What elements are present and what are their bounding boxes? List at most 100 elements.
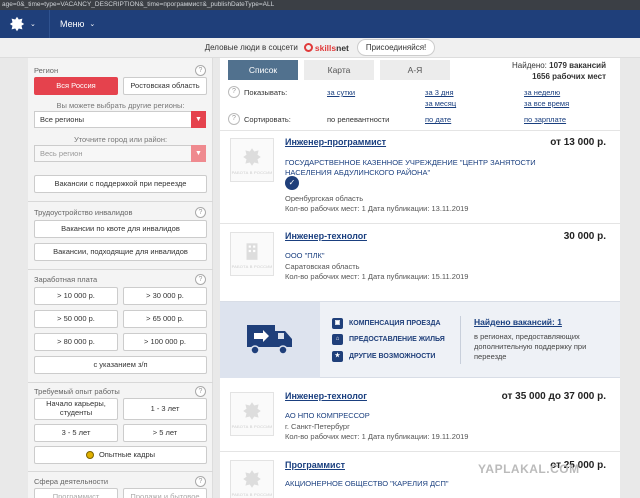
help-icon[interactable]: ? — [228, 86, 240, 98]
top-navigation: ⌄ Меню ⌄ — [0, 10, 640, 38]
tab-az[interactable]: А-Я — [380, 60, 450, 80]
emblem-icon — [9, 16, 25, 32]
experience-5-plus-button[interactable]: > 5 лет — [123, 424, 207, 442]
employer-logo: РАБОТА В РОССИИ — [230, 392, 274, 436]
show-label: Показывать: — [244, 88, 288, 97]
sphere-option[interactable]: Продажи и бытовое — [123, 488, 207, 498]
emblem-icon — [243, 469, 261, 488]
banner-item: ★ ДРУГИЕ ВОЗМОЖНОСТИ — [332, 351, 435, 362]
found-count: Найдено: 1079 вакансий 1656 рабочих мест — [512, 61, 606, 81]
help-icon[interactable]: ? — [195, 207, 206, 218]
chevron-down-icon: ⌄ — [89, 21, 96, 28]
disabled-suitable-button[interactable]: Вакансии, подходящие для инвалидов — [34, 243, 207, 261]
banner-found-link[interactable]: Найдено вакансий: 1 — [474, 317, 562, 327]
vacancy-region: Саратовская область — [285, 262, 360, 271]
sphere-option[interactable]: Программист — [34, 488, 118, 498]
divider — [220, 130, 620, 131]
emblem-icon — [243, 147, 261, 166]
disabled-employment-label: Трудоустройство инвалидов — [34, 208, 133, 217]
experience-3-5-button[interactable]: 3 - 5 лет — [34, 424, 118, 442]
emblem-icon — [243, 401, 261, 420]
skillsnet-logo[interactable]: skills net — [303, 43, 349, 53]
with-salary-button[interactable]: с указанием з/п — [34, 356, 207, 374]
vacancy-salary: 30 000 р. — [563, 231, 606, 242]
region-select[interactable]: Все регионы ▼ — [34, 111, 206, 128]
vacancy-region: Оренбургская область — [285, 194, 364, 203]
vacancy-title[interactable]: Инженер-программист — [285, 137, 386, 147]
medal-icon — [85, 451, 94, 459]
vacancy-employer[interactable]: ГОСУДАРСТВЕННОЕ КАЗЕННОЕ УЧРЕЖДЕНИЕ "ЦЕН… — [285, 158, 555, 178]
banner-description: в регионах, предоставляющих дополнительн… — [474, 332, 587, 361]
experience-1-3-button[interactable]: 1 - 3 лет — [123, 398, 207, 420]
help-icon[interactable]: ? — [195, 386, 206, 397]
salary-option[interactable]: > 65 000 р. — [123, 310, 207, 328]
emblem-menu[interactable]: ⌄ — [0, 10, 50, 38]
truck-icon — [220, 302, 320, 378]
menu-button[interactable]: Меню ⌄ — [60, 19, 95, 29]
divider — [460, 316, 461, 364]
join-button[interactable]: Присоединяйся! — [356, 39, 436, 56]
tab-map[interactable]: Карта — [304, 60, 374, 80]
salary-option[interactable]: > 30 000 р. — [123, 287, 207, 305]
region-label: Регион — [34, 66, 59, 75]
sphere-label: Сфера деятельности — [34, 477, 109, 486]
filter-all-time[interactable]: за все время — [524, 99, 569, 108]
employer-logo: РАБОТА В РОССИИ — [230, 138, 274, 182]
vacancy-title[interactable]: Программист — [285, 460, 345, 470]
vacancy-title[interactable]: Инженер-технолог — [285, 391, 367, 401]
vacancy-salary: от 35 000 до 37 000 р. — [501, 391, 606, 402]
divider — [28, 269, 213, 270]
divider — [220, 451, 620, 452]
divider — [28, 201, 213, 202]
salary-option[interactable]: > 10 000 р. — [34, 287, 118, 305]
truck-icon — [247, 325, 292, 355]
region-all-russia-button[interactable]: Вся Россия — [34, 77, 118, 95]
disabled-quota-button[interactable]: Вакансии по квоте для инвалидов — [34, 220, 207, 238]
salary-option[interactable]: > 80 000 р. — [34, 333, 118, 351]
star-icon: ★ — [332, 351, 343, 362]
bus-icon: ▣ — [332, 318, 343, 329]
relocation-banner[interactable]: ▣ КОМПЕНСАЦИЯ ПРОЕЗДА ⌂ ПРЕДОСТАВЛЕНИЕ ЖИЛ… — [220, 301, 620, 378]
experience-start-button[interactable]: Начало карьеры, студенты — [34, 398, 118, 420]
city-hint: Уточните город или район: — [73, 135, 168, 144]
chevron-down-icon: ▼ — [191, 145, 206, 162]
sort-salary[interactable]: по зарплате — [524, 115, 566, 124]
vacancy-employer[interactable]: АО НПО КОМПРЕССОР — [285, 411, 555, 421]
vacancy-meta: Кол-во рабочих мест: 1 Дата публикации: … — [285, 204, 469, 213]
experienced-staff-button[interactable]: Опытные кадры — [34, 446, 207, 464]
vacancy-employer[interactable]: АКЦИОНЕРНОЕ ОБЩЕСТВО "КАРЕЛИЯ ДСП" — [285, 479, 555, 489]
vacancy-employer[interactable]: ООО "ПЛК" — [285, 251, 555, 261]
filter-3-days[interactable]: за 3 дня — [425, 88, 454, 97]
sort-relevance[interactable]: по релевантности — [327, 115, 389, 124]
salary-label: Заработная плата — [34, 275, 98, 284]
promo-text: Деловые люди в соцсети — [204, 43, 298, 52]
salary-option[interactable]: > 50 000 р. — [34, 310, 118, 328]
tab-list[interactable]: Список — [228, 60, 298, 80]
sort-date[interactable]: по дате — [425, 115, 451, 124]
help-icon[interactable]: ? — [228, 113, 240, 125]
house-icon: ⌂ — [332, 334, 343, 345]
city-select[interactable]: Весь регион ▼ — [34, 145, 206, 162]
chevron-down-icon: ⌄ — [30, 21, 36, 28]
filter-month[interactable]: за месяц — [425, 99, 456, 108]
filter-week[interactable]: за неделю — [524, 88, 560, 97]
chevron-down-icon: ▼ — [191, 111, 206, 128]
skillsnet-icon — [303, 43, 313, 52]
check-icon: ✓ — [285, 176, 299, 190]
divider — [28, 471, 213, 472]
banner-item: ▣ КОМПЕНСАЦИЯ ПРОЕЗДА — [332, 318, 441, 329]
relocation-support-button[interactable]: Вакансии с поддержкой при переезде — [34, 175, 207, 193]
filter-sidebar: Регион ? Вся Россия Ростовская область В… — [28, 58, 213, 498]
salary-option[interactable]: > 100 000 р. — [123, 333, 207, 351]
vacancy-title[interactable]: Инженер-технолог — [285, 231, 367, 241]
help-icon[interactable]: ? — [195, 65, 206, 76]
help-icon[interactable]: ? — [195, 476, 206, 487]
help-icon[interactable]: ? — [195, 274, 206, 285]
vacancy-salary: от 13 000 р. — [550, 137, 606, 148]
vacancy-region: г. Санкт-Петербург — [285, 422, 350, 431]
region-rostov-button[interactable]: Ростовская область — [123, 77, 207, 95]
filter-day[interactable]: за сутки — [327, 88, 355, 97]
browser-url[interactable]: age=0&_time=type=VACANCY_DESCRIPTION&_ti… — [0, 0, 640, 10]
region-hint: Вы можете выбрать другие регионы: — [56, 101, 185, 110]
divider — [220, 223, 620, 224]
